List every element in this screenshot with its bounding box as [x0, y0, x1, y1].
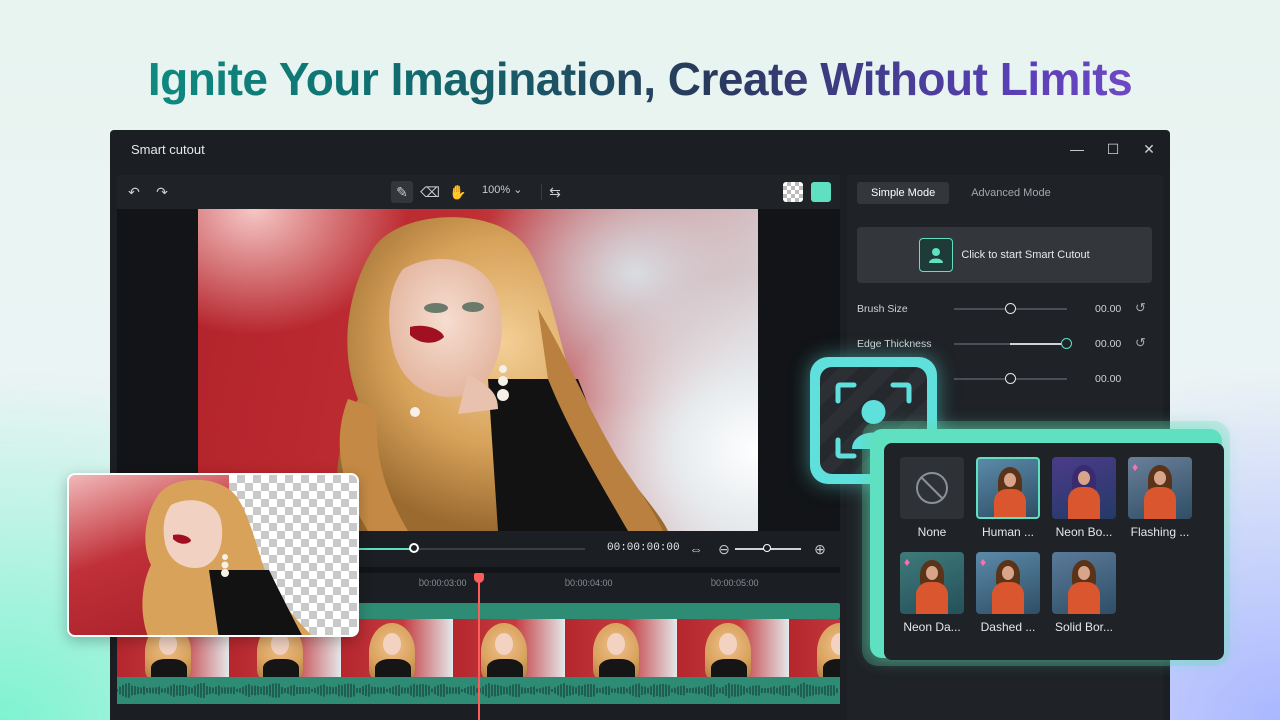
- ruler-mark: 00:00:05:00: [711, 578, 759, 588]
- effect-thumbnail: ♦: [1128, 457, 1192, 519]
- effects-grid: None Human ... Neon Bo... ♦ Flashing ...…: [884, 443, 1224, 660]
- effect-label: Neon Da...: [903, 620, 961, 634]
- playback-progress-knob[interactable]: [409, 543, 419, 553]
- brush-size-value: 00.00: [1095, 303, 1122, 315]
- effect-thumbnail: [1052, 552, 1116, 614]
- effect-label: Flashing ...: [1130, 525, 1190, 539]
- minimize-icon[interactable]: —: [1066, 138, 1088, 160]
- effect-label: Dashed ...: [980, 620, 1036, 634]
- effects-panel: None Human ... Neon Bo... ♦ Flashing ...…: [862, 421, 1230, 666]
- zoom-out-icon[interactable]: ⊖: [713, 538, 735, 560]
- ruler-tick: [565, 578, 566, 586]
- reset-icon[interactable]: ↺: [1135, 300, 1146, 316]
- ruler-tick: [419, 578, 420, 586]
- cutout-portrait: [142, 479, 312, 635]
- canvas-panel: ↶ ↷ ✎ ⌫ ✋ 100% ⌄ ⇆ 00:00:00:00 ⇔ ⊖ ⊕ 00:…: [117, 175, 840, 720]
- eraser-icon[interactable]: ⌫: [419, 181, 441, 203]
- brush-size-label: Brush Size: [857, 303, 908, 315]
- window-controls: — ☐ ✕: [1066, 138, 1160, 160]
- edge-thickness-row: Edge Thickness 00.00 ↺: [857, 334, 1152, 354]
- fit-icon[interactable]: ⇔: [685, 538, 707, 560]
- playhead[interactable]: [474, 573, 484, 720]
- person-frame-icon: [919, 238, 954, 272]
- canvas-toolbar: ↶ ↷ ✎ ⌫ ✋ 100% ⌄ ⇆: [117, 175, 840, 209]
- start-smart-cutout-label: Click to start Smart Cutout: [961, 249, 1090, 261]
- third-slider-value: 00.00: [1095, 373, 1122, 385]
- effect-thumbnail: ♦: [900, 552, 964, 614]
- mode-tabs: Simple Mode Advanced Mode: [857, 182, 1065, 204]
- effect-none[interactable]: None: [898, 457, 966, 539]
- redo-icon[interactable]: ↷: [151, 181, 173, 203]
- effect-neon-dash[interactable]: ♦ Neon Da...: [898, 552, 966, 634]
- ruler-tick: [711, 578, 712, 586]
- zoom-in-icon[interactable]: ⊕: [809, 538, 831, 560]
- video-frame: [565, 619, 677, 677]
- premium-gem-icon: ♦: [1132, 460, 1139, 474]
- effect-thumbnail: [900, 457, 964, 519]
- edge-thickness-label: Edge Thickness: [857, 338, 932, 350]
- maximize-icon[interactable]: ☐: [1102, 138, 1124, 160]
- compare-icon[interactable]: ⇆: [544, 181, 566, 203]
- window-title: Smart cutout: [131, 141, 205, 157]
- close-icon[interactable]: ✕: [1138, 138, 1160, 160]
- effect-human[interactable]: Human ...: [974, 457, 1042, 539]
- zoom-value: 100%: [482, 184, 511, 196]
- playback-progress-track[interactable]: [357, 548, 585, 550]
- brush-size-row: Brush Size 00.00 ↺: [857, 299, 1152, 319]
- effects-panel-border: None Human ... Neon Bo... ♦ Flashing ...…: [870, 429, 1224, 660]
- start-smart-cutout-button[interactable]: Click to start Smart Cutout: [857, 227, 1152, 283]
- effect-thumbnail: [976, 457, 1040, 519]
- brush-size-knob[interactable]: [1004, 303, 1016, 314]
- timeline-zoom-knob[interactable]: [763, 544, 771, 552]
- tab-advanced-mode[interactable]: Advanced Mode: [957, 182, 1065, 204]
- reset-icon[interactable]: ↺: [1135, 335, 1146, 351]
- no-effect-icon: [916, 472, 948, 504]
- color-background-swatch[interactable]: [811, 182, 831, 202]
- effect-thumbnail: [1052, 457, 1116, 519]
- edge-thickness-knob[interactable]: [1061, 338, 1072, 349]
- title-bar: Smart cutout: [110, 130, 1170, 168]
- effect-flashing[interactable]: ♦ Flashing ...: [1126, 457, 1194, 539]
- premium-gem-icon: ♦: [980, 555, 987, 569]
- video-frame: [789, 619, 840, 677]
- effect-dashed[interactable]: ♦ Dashed ...: [974, 552, 1042, 634]
- effect-label: None: [917, 525, 947, 539]
- edge-thickness-value: 00.00: [1095, 338, 1122, 350]
- ruler-mark: 00:00:04:00: [565, 578, 613, 588]
- effect-label: Solid Bor...: [1054, 620, 1114, 634]
- effect-label: Human ...: [981, 525, 1035, 539]
- third-slider-knob[interactable]: [1004, 373, 1016, 384]
- tab-simple-mode[interactable]: Simple Mode: [857, 182, 950, 204]
- timecode: 00:00:00:00: [607, 542, 680, 554]
- effect-solid-border[interactable]: Solid Bor...: [1050, 552, 1118, 634]
- video-frame: [677, 619, 789, 677]
- effect-label: Neon Bo...: [1055, 525, 1113, 539]
- cutout-result-card: [67, 473, 359, 637]
- transparent-background-swatch[interactable]: [783, 182, 803, 202]
- undo-icon[interactable]: ↶: [123, 181, 145, 203]
- effect-neon-border[interactable]: Neon Bo...: [1050, 457, 1118, 539]
- effect-thumbnail: ♦: [976, 552, 1040, 614]
- playback-progress-fill: [357, 548, 414, 550]
- video-frame: [453, 619, 565, 677]
- ruler-mark: 00:00:03:00: [419, 578, 467, 588]
- toolbar-divider: [541, 184, 542, 200]
- chevron-down-icon: ⌄: [513, 184, 523, 196]
- brush-icon[interactable]: ✎: [391, 181, 413, 203]
- hand-icon[interactable]: ✋: [447, 181, 469, 203]
- edge-thickness-fill: [1010, 343, 1067, 345]
- premium-gem-icon: ♦: [904, 555, 911, 569]
- headline: Ignite Your Imagination, Create Without …: [0, 52, 1280, 106]
- zoom-select[interactable]: 100% ⌄: [482, 183, 522, 196]
